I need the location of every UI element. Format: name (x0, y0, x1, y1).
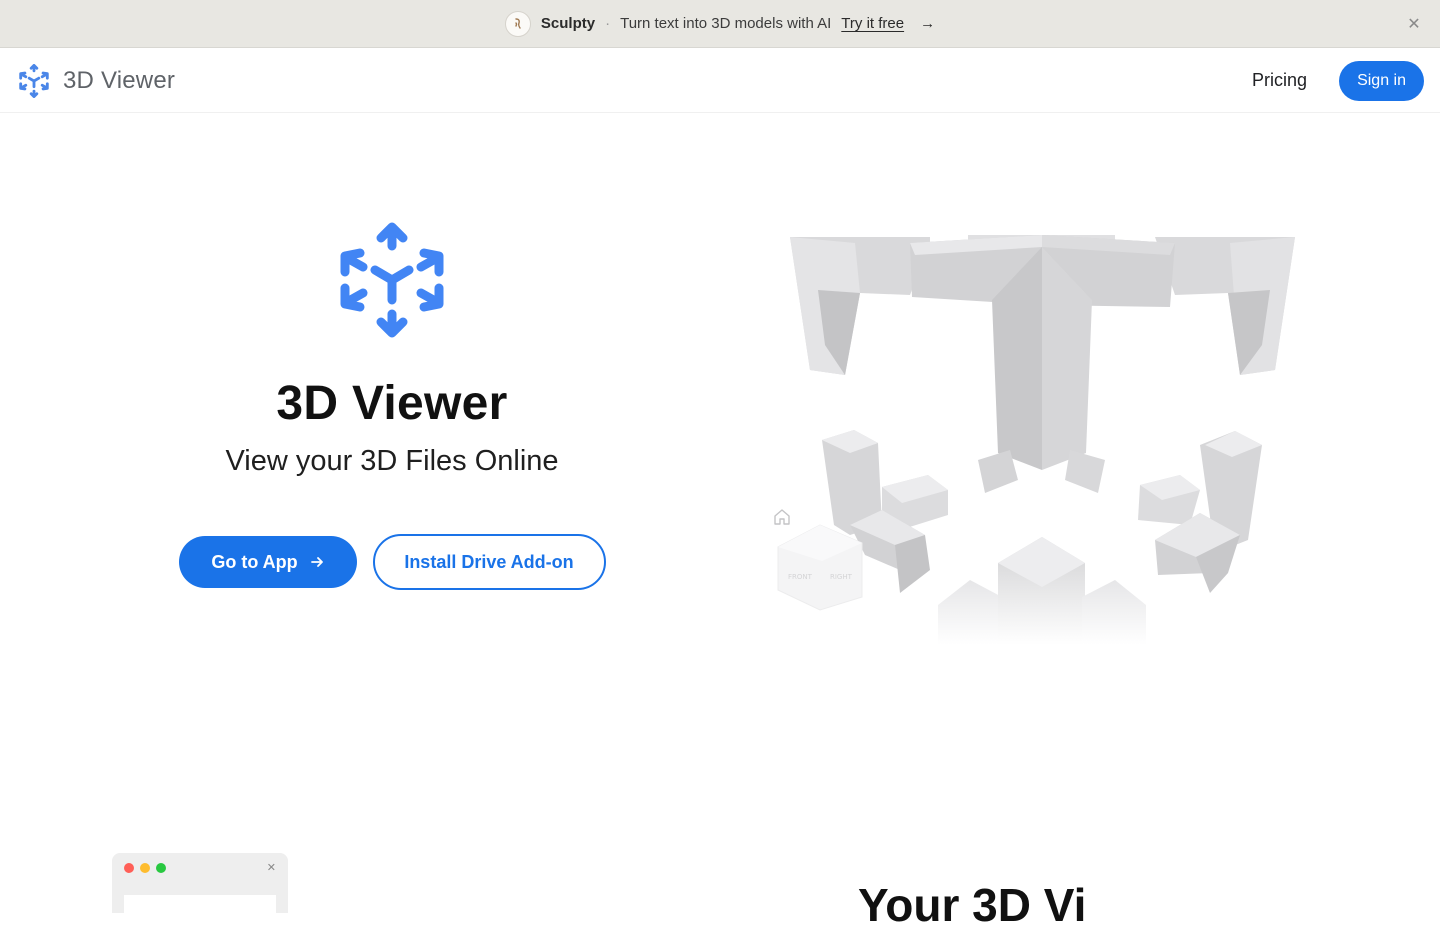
promo-brand: Sculpty (540, 15, 596, 32)
main-nav: Pricing Sign in (1252, 60, 1424, 101)
browser-mockup: ✕ (112, 853, 288, 925)
3d-model (790, 235, 1295, 645)
pricing-link[interactable]: Pricing (1252, 70, 1307, 91)
try-it-free-link[interactable]: Try it free (841, 15, 904, 32)
mockup-maximize-dot (156, 863, 166, 873)
site-header: 3D Viewer Pricing Sign in (0, 49, 1440, 113)
home-icon[interactable] (772, 507, 792, 527)
cta-row: Go to App Install Drive Add-on (178, 534, 606, 590)
promo-message: Turn text into 3D models with AI (620, 15, 832, 32)
mockup-minimize-dot (140, 863, 150, 873)
arrow-right-icon (310, 557, 323, 567)
hero-title: 3D Viewer (276, 377, 508, 430)
close-icon[interactable]: ✕ (1404, 14, 1424, 34)
sculpty-logo-icon (504, 10, 531, 37)
promo-banner: Sculpty · Turn text into 3D models with … (0, 0, 1440, 48)
hero-subtitle: View your 3D Files Online (225, 445, 559, 477)
model-viewer[interactable]: FRONT RIGHT (770, 225, 1310, 655)
install-drive-addon-button[interactable]: Install Drive Add-on (372, 534, 606, 590)
close-icon: ✕ (266, 862, 276, 874)
arrow-right-icon: → (920, 15, 936, 32)
viewer-logo-icon (19, 63, 49, 98)
go-to-app-label: Go to App (211, 551, 298, 572)
promo-content: Sculpty · Turn text into 3D models with … (504, 10, 936, 37)
viewer-logo-icon (340, 222, 444, 338)
brand-home-link[interactable]: 3D Viewer (18, 63, 176, 98)
go-to-app-button[interactable]: Go to App (178, 536, 357, 588)
sign-in-button[interactable]: Sign in (1339, 60, 1424, 101)
promo-separator: · (605, 15, 611, 32)
mockup-close-dot (124, 863, 134, 873)
orientation-cube[interactable]: FRONT RIGHT (777, 524, 863, 611)
section-heading: Your 3D Vi (858, 879, 1087, 931)
brand-name: 3D Viewer (63, 66, 176, 94)
hero-section: 3D Viewer View your 3D Files Online Go t… (130, 220, 654, 590)
cube-right-label: RIGHT (830, 573, 853, 581)
cube-front-label: FRONT (788, 573, 813, 581)
